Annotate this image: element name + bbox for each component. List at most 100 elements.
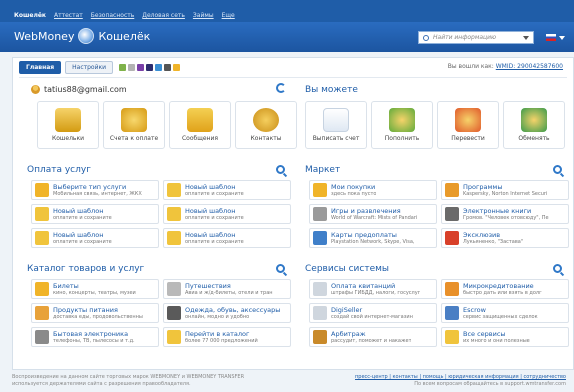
tile-invoices-to-pay[interactable]: Счета к оплате	[103, 101, 165, 149]
divider	[19, 77, 567, 78]
wmid-label: Вы вошли как:	[447, 63, 494, 70]
payment-new-template[interactable]: Новый шаблон оплатите и сохраните	[163, 204, 291, 224]
search-placeholder: Найти информацию	[433, 34, 497, 41]
payment-new-template[interactable]: Новый шаблон оплатите и сохраните	[31, 228, 159, 248]
item-sub: Kaspersky, Norton Internet Securi	[463, 191, 548, 197]
item-title: Продукты питания	[53, 306, 118, 314]
tile-transfer[interactable]: Перевести	[437, 101, 499, 149]
language-dropdown-icon[interactable]	[559, 36, 565, 40]
search-icon[interactable]	[276, 264, 285, 273]
webmoney-globe-icon	[78, 28, 95, 44]
tab-settings[interactable]: Настройки	[65, 61, 114, 74]
footer-nav-links[interactable]: пресс-центр | контакты | помощь | юридич…	[355, 374, 566, 380]
market-ebooks[interactable]: Электронные книги Громов. "Человек отовсю…	[441, 204, 569, 224]
bell-icon[interactable]	[173, 64, 181, 71]
food-icon	[35, 306, 49, 320]
catalog-travel[interactable]: Путешествия Авиа и ж/д-билеты, отели и тр…	[163, 279, 291, 299]
top-link-passport[interactable]: Аттестат	[54, 12, 83, 19]
service-microcredit[interactable]: Микрокредитование быстро дать или взять в…	[441, 279, 569, 299]
search-box[interactable]: Найти информацию	[418, 31, 534, 44]
catalog-go-to-catalog[interactable]: Перейти в каталог более 77 000 предложени…	[163, 327, 291, 347]
item-title: Новый шаблон	[185, 183, 236, 191]
dots-icon[interactable]	[128, 64, 136, 71]
card-icon	[313, 231, 327, 245]
grid-icon	[35, 183, 49, 197]
item-title: Билеты	[53, 282, 79, 290]
tile-messages[interactable]: Сообщения	[169, 101, 231, 149]
item-sub: Playstation Network, Skype, Visa,	[331, 239, 415, 245]
service-digiseller[interactable]: DigiSeller создай свой интернет-магазин	[309, 303, 437, 323]
language-flag-icon[interactable]	[546, 34, 556, 41]
payment-new-template[interactable]: Новый шаблон оплатите и сохраните	[31, 204, 159, 224]
search-icon[interactable]	[276, 165, 285, 174]
chat-icon[interactable]	[155, 64, 163, 71]
store-icon	[313, 306, 327, 320]
catalog-tickets[interactable]: Билеты кино, концерты, театры, музеи	[31, 279, 159, 299]
tile-label: Счета к оплате	[109, 135, 159, 142]
item-sub: более 77 000 предложений	[185, 338, 258, 344]
item-sub: World of Warcraft: Mists of Pandari	[331, 215, 418, 221]
top-link-loans[interactable]: Займы	[193, 12, 214, 19]
tile-wallets[interactable]: Кошельки	[37, 101, 99, 149]
tile-exchange[interactable]: Обменять	[503, 101, 565, 149]
top-nav-bar: Кошелёк Аттестат Безопасность Деловая се…	[0, 0, 574, 22]
catalog-electronics[interactable]: Бытовая электроника телефоны, ТВ, пылесос…	[31, 327, 159, 347]
arrow-right-icon	[445, 330, 459, 344]
item-title: Все сервисы	[463, 330, 506, 338]
mail-icon[interactable]	[146, 64, 154, 71]
item-title: Путешествия	[185, 282, 231, 290]
market-games[interactable]: Игры и развлечения World of Warcraft: Mis…	[309, 204, 437, 224]
tab-bar: Главная Настройки	[19, 61, 181, 74]
software-icon	[445, 183, 459, 197]
footer-support: По всем вопросам обращайтесь в support.w…	[414, 381, 566, 387]
item-title: Одежда, обувь, аксессуары	[185, 306, 281, 314]
market-my-purchases[interactable]: Мои покупки здесь пока пусто	[309, 180, 437, 200]
search-icon[interactable]	[553, 264, 562, 273]
market-exclusive[interactable]: Эксклюзив Лукьяненко, "Застава"	[441, 228, 569, 248]
service-all-services[interactable]: Все сервисы их много и они полезные	[441, 327, 569, 347]
item-title: Карты предоплаты	[331, 231, 397, 239]
top-link-more[interactable]: Еще	[222, 12, 235, 19]
item-title: Новый шаблон	[185, 231, 236, 239]
item-title: Новый шаблон	[53, 231, 104, 239]
service-escrow[interactable]: Escrow сервис защищенных сделок	[441, 303, 569, 323]
top-link-security[interactable]: Безопасность	[91, 12, 135, 19]
item-sub: здесь пока пусто	[331, 191, 377, 197]
receipt-icon	[313, 282, 327, 296]
refresh-icon[interactable]	[276, 83, 286, 93]
market-prepaid-cards[interactable]: Карты предоплаты Playstation Network, Sky…	[309, 228, 437, 248]
search-icon	[423, 34, 429, 41]
grid-icon[interactable]	[137, 64, 145, 71]
tab-main[interactable]: Главная	[19, 61, 62, 74]
item-title: Escrow	[463, 306, 486, 314]
service-pay-receipts[interactable]: Оплата квитанций штрафы ГИБДД, налоги, го…	[309, 279, 437, 299]
tile-issue-invoice[interactable]: Выписать счет	[305, 101, 367, 149]
tile-top-up[interactable]: Пополнить	[371, 101, 433, 149]
search-icon[interactable]	[553, 165, 562, 174]
tile-contacts[interactable]: Контакты	[235, 101, 297, 149]
payment-choose-service[interactable]: Выберите тип услуги Мобильная связь, инте…	[31, 180, 159, 200]
service-arbitration[interactable]: Арбитраж рассудит, поможет и накажет	[309, 327, 437, 347]
wmid-link[interactable]: WMID: 290042587600	[496, 63, 563, 70]
brand[interactable]: WebMoney Кошелёк	[14, 28, 150, 44]
item-title: Новый шаблон	[185, 207, 236, 215]
tile-label: Кошельки	[51, 135, 84, 142]
item-sub: доставка еды, продовольственны	[53, 314, 143, 320]
top-link-business-network[interactable]: Деловая сеть	[142, 12, 185, 19]
top-nav-links: Кошелёк Аттестат Безопасность Деловая се…	[14, 12, 235, 19]
tile-label: Контакты	[250, 135, 282, 142]
payment-new-template[interactable]: Новый шаблон оплатите и сохраните	[163, 180, 291, 200]
catalog-clothing[interactable]: Одежда, обувь, аксессуары онлайн, модно и…	[163, 303, 291, 323]
book-icon[interactable]	[164, 64, 172, 71]
ticket-icon	[35, 282, 49, 296]
payment-new-template[interactable]: Новый шаблон оплатите и сохраните	[163, 228, 291, 248]
market-programs[interactable]: Программы Kaspersky, Norton Internet Secu…	[441, 180, 569, 200]
catalog-food[interactable]: Продукты питания доставка еды, продовольс…	[31, 303, 159, 323]
chevron-down-icon[interactable]	[523, 35, 529, 40]
plus-icon[interactable]	[119, 64, 127, 71]
template-icon	[167, 183, 181, 197]
brand-name: WebMoney	[14, 29, 75, 43]
top-link-wallet[interactable]: Кошелёк	[14, 12, 46, 19]
exclusive-icon	[445, 231, 459, 245]
catalog-title: Каталог товаров и услуг	[27, 264, 145, 274]
